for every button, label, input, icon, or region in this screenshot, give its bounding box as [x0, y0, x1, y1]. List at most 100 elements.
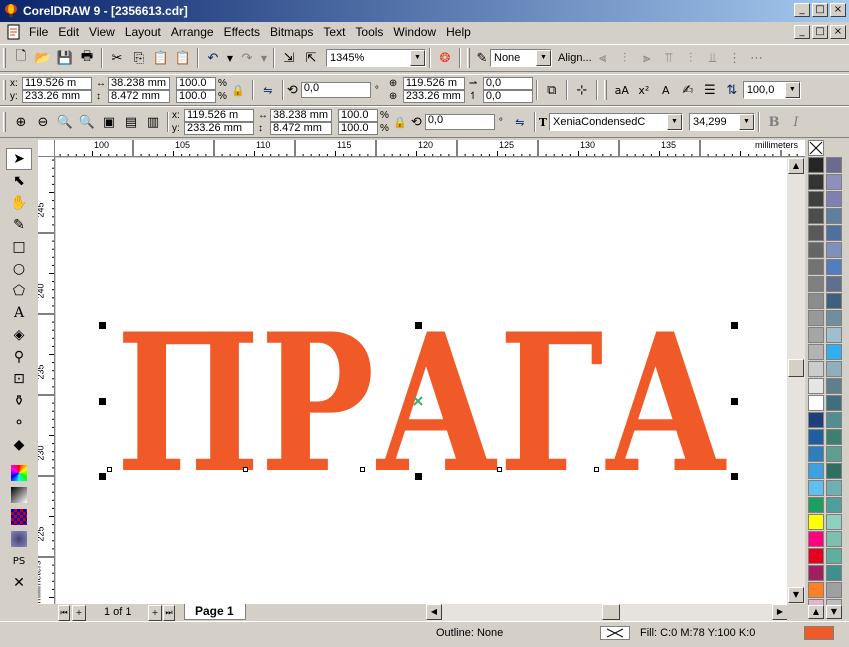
- text-y-field[interactable]: 233.26 mm: [184, 122, 254, 135]
- eyedropper-icon[interactable]: ⚱: [6, 390, 32, 412]
- color-swatch[interactable]: [808, 395, 824, 411]
- color-swatch[interactable]: [826, 378, 842, 394]
- color-swatch[interactable]: [826, 327, 842, 343]
- color-swatch[interactable]: [808, 463, 824, 479]
- color-swatch[interactable]: [826, 548, 842, 564]
- color-swatch[interactable]: [826, 344, 842, 360]
- width-field[interactable]: 38.238 mm: [108, 77, 170, 90]
- color-swatch[interactable]: [826, 225, 842, 241]
- postscript-fill-icon[interactable]: PS: [6, 550, 32, 572]
- color-swatch[interactable]: [826, 412, 842, 428]
- chevron-down-icon[interactable]: ▼: [739, 114, 754, 130]
- chevron-down-icon[interactable]: ▼: [784, 82, 800, 98]
- color-swatch[interactable]: [808, 429, 824, 445]
- menu-layout[interactable]: Layout: [120, 25, 166, 39]
- color-swatch[interactable]: [808, 497, 824, 513]
- line-spacing-icon[interactable]: ⇅: [721, 79, 743, 101]
- paste-special-icon[interactable]: 📋: [172, 47, 194, 69]
- color-swatch[interactable]: [808, 191, 824, 207]
- ruler-origin[interactable]: [38, 140, 55, 157]
- color-swatch[interactable]: [808, 514, 824, 530]
- scroll-thumb[interactable]: [788, 359, 804, 377]
- scale-y-field[interactable]: 100.0: [176, 90, 216, 103]
- interactive-tool-icon[interactable]: ⚲: [6, 346, 32, 368]
- doc-close-button[interactable]: ×: [830, 25, 846, 39]
- center-marker-icon[interactable]: [412, 395, 424, 407]
- spacing-combo[interactable]: 100,0 ▼: [742, 81, 801, 99]
- bold-button[interactable]: B: [763, 111, 785, 133]
- menu-arrange[interactable]: Arrange: [166, 25, 219, 39]
- color-swatch[interactable]: [826, 514, 842, 530]
- fill-tool-icon[interactable]: ◆: [6, 434, 32, 456]
- zoom-level-combo[interactable]: 1345% ▼: [326, 49, 426, 67]
- center-x-field[interactable]: 119.526 m: [402, 77, 465, 90]
- outline-swatch[interactable]: [600, 626, 630, 640]
- align-top-icon[interactable]: ⫪: [658, 47, 680, 69]
- shape-tool-icon[interactable]: ⬉: [6, 170, 32, 192]
- char-format-icon[interactable]: A: [655, 79, 677, 101]
- export-icon[interactable]: ⇱: [300, 47, 322, 69]
- copy-icon[interactable]: ⎘: [128, 47, 150, 69]
- align-bottom-icon[interactable]: ⫫: [702, 47, 724, 69]
- color-swatch[interactable]: [808, 293, 824, 309]
- menu-bitmaps[interactable]: Bitmaps: [265, 25, 318, 39]
- bullet-list-icon[interactable]: ☰: [699, 79, 721, 101]
- text-rotation-field[interactable]: 0,0: [424, 114, 495, 130]
- text-scale-y-field[interactable]: 100.0: [338, 122, 378, 135]
- color-swatch[interactable]: [808, 548, 824, 564]
- color-swatch[interactable]: [826, 157, 842, 173]
- y-position-field[interactable]: 233.26 mm: [22, 90, 92, 103]
- color-swatch[interactable]: [826, 276, 842, 292]
- text-height-field[interactable]: 8.472 mm: [270, 122, 332, 135]
- menu-text[interactable]: Text: [318, 25, 350, 39]
- color-swatch[interactable]: [808, 344, 824, 360]
- minimize-button[interactable]: _: [794, 3, 810, 17]
- lock-ratio-icon[interactable]: 🔒: [389, 111, 411, 133]
- palette-scroll-up[interactable]: ▲: [808, 605, 824, 619]
- redo-icon[interactable]: ↷: [236, 47, 258, 69]
- zoom-all-icon[interactable]: 🔍: [76, 111, 98, 133]
- text-format-icon[interactable]: aA: [611, 79, 633, 101]
- add-page-after-button[interactable]: +: [148, 605, 162, 621]
- no-fill-icon[interactable]: ✕: [6, 572, 32, 594]
- align-right-icon[interactable]: ⫸: [636, 47, 658, 69]
- color-swatch[interactable]: [826, 429, 842, 445]
- mirror-icon[interactable]: ⇋: [257, 79, 279, 101]
- maximize-button[interactable]: □: [812, 3, 828, 17]
- color-swatch[interactable]: [808, 310, 824, 326]
- color-swatch[interactable]: [826, 361, 842, 377]
- text-tool-icon[interactable]: A: [6, 302, 32, 324]
- palette-scroll-down[interactable]: ▼: [826, 605, 842, 619]
- add-page-before-button[interactable]: +: [72, 605, 86, 621]
- doc-restore-button[interactable]: □: [812, 25, 828, 39]
- hand-tool-icon[interactable]: ✋: [6, 192, 32, 214]
- import-icon[interactable]: ⇲: [278, 47, 300, 69]
- selection-handle[interactable]: [731, 398, 738, 405]
- freehand-tool-icon[interactable]: ✎: [6, 214, 32, 236]
- distribute-icon[interactable]: ⋮: [724, 47, 746, 69]
- char-node[interactable]: [360, 467, 365, 472]
- h-scroll-thumb[interactable]: [602, 604, 620, 620]
- zoom-page-icon[interactable]: ▣: [98, 111, 120, 133]
- skew-v-field[interactable]: 0,0: [482, 90, 533, 103]
- height-field[interactable]: 8.472 mm: [108, 90, 170, 103]
- undo-dropdown-icon[interactable]: ▼: [224, 47, 236, 69]
- vertical-ruler[interactable]: 245 240 235 230 225 millimeters: [38, 157, 55, 604]
- color-swatch[interactable]: [826, 259, 842, 275]
- align-center-icon[interactable]: ⫶: [614, 47, 636, 69]
- selection-handle[interactable]: [731, 322, 738, 329]
- edit-text-icon[interactable]: ✍: [677, 79, 699, 101]
- chevron-down-icon[interactable]: ▼: [536, 50, 551, 66]
- corel-app-launcher-icon[interactable]: ❂: [434, 47, 456, 69]
- color-swatch[interactable]: [808, 480, 824, 496]
- char-node[interactable]: [497, 467, 502, 472]
- color-swatch[interactable]: [808, 378, 824, 394]
- color-swatch[interactable]: [808, 582, 824, 598]
- menu-window[interactable]: Window: [388, 25, 441, 39]
- menu-view[interactable]: View: [84, 25, 120, 39]
- combine-icon[interactable]: ⧉: [541, 79, 563, 101]
- color-swatch[interactable]: [808, 531, 824, 547]
- selection-handle[interactable]: [415, 473, 422, 480]
- ellipse-tool-icon[interactable]: ○: [6, 258, 32, 280]
- zoom-selected-icon[interactable]: 🔍: [54, 111, 76, 133]
